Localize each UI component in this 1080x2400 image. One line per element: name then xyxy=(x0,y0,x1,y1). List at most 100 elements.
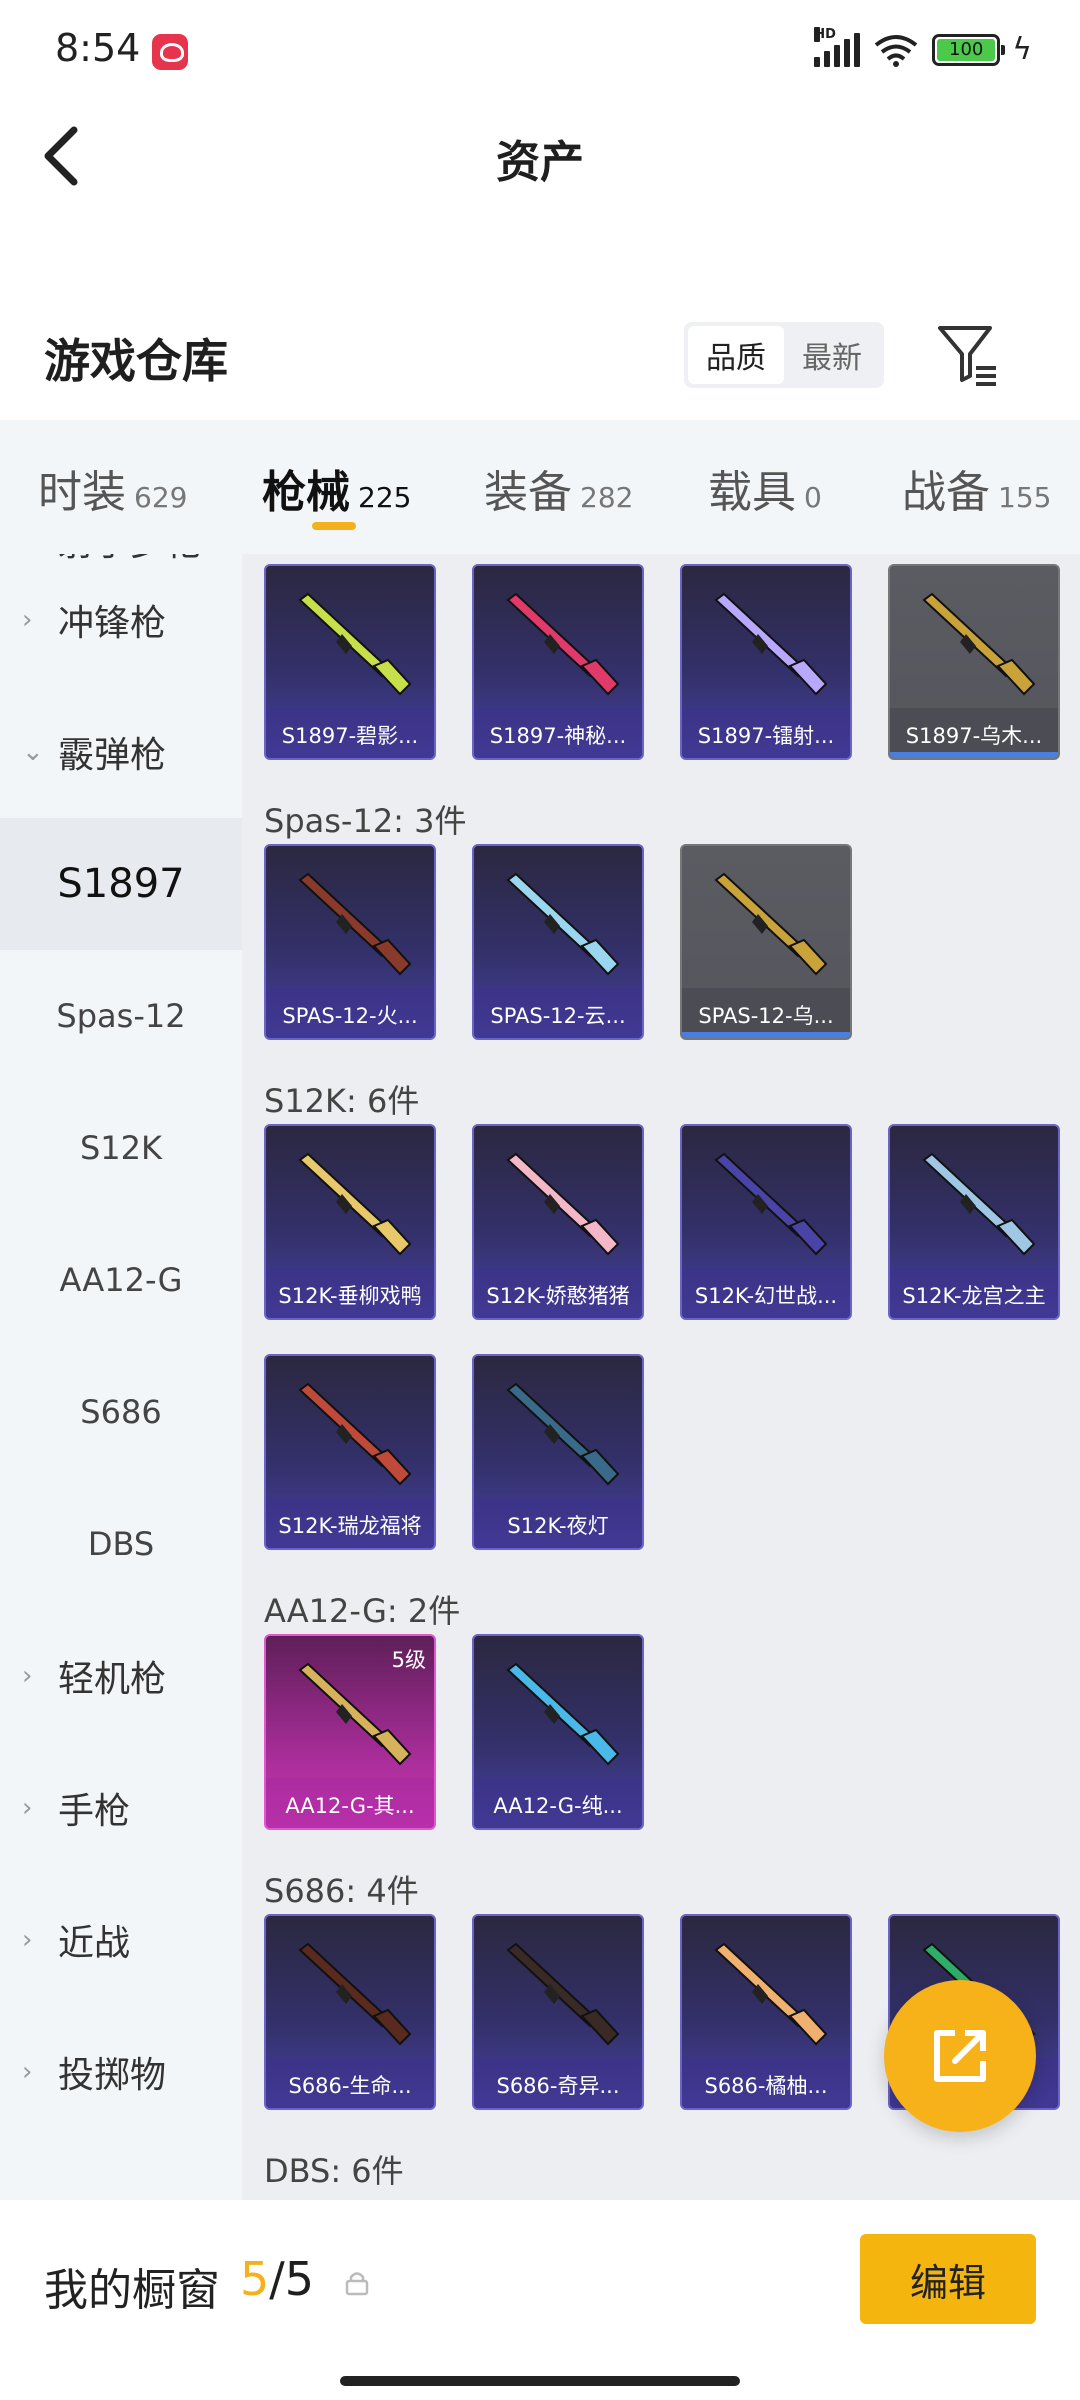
sidebar-item-throwable[interactable]: › 投掷物 xyxy=(0,2006,242,2138)
showcase-label: 我的橱窗 xyxy=(44,2265,220,2316)
section-label: AA12-G: 2件 xyxy=(264,1592,461,1630)
weapon-skin-card[interactable]: SPAS-12-乌... xyxy=(680,844,852,1040)
status-bar: 8:54 HD 100 ϟ xyxy=(0,0,1080,104)
weapon-skin-card[interactable]: AA12-G-纯... xyxy=(472,1634,644,1830)
weapon-skin-name: S12K-瑞龙福将 xyxy=(278,1514,422,1538)
wifi-icon xyxy=(874,34,918,67)
weapon-skin-card[interactable]: S12K-垂柳戏鸭 xyxy=(264,1124,436,1320)
sidebar-item-dbs[interactable]: DBS xyxy=(0,1478,242,1610)
chevron-right-icon: › xyxy=(22,2057,33,2087)
sort-newest-button[interactable]: 最新 xyxy=(784,326,880,384)
weapon-skin-name: S686-橘柚... xyxy=(704,2074,828,2098)
shotgun-icon xyxy=(506,592,620,696)
section-label: DBS: 6件 xyxy=(264,2152,404,2190)
share-icon xyxy=(934,2030,986,2082)
weapon-skin-card[interactable]: S12K-龙宫之主 xyxy=(888,1124,1060,1320)
chevron-right-icon: › xyxy=(22,1661,33,1691)
showcase-count: 5/5 xyxy=(240,2252,315,2306)
weapon-skin-name: S12K-娇憨猪猪 xyxy=(486,1284,630,1308)
weapon-skin-name: S12K-夜灯 xyxy=(507,1514,609,1538)
weapon-skin-card[interactable]: S12K-瑞龙福将 xyxy=(264,1354,436,1550)
shotgun-icon xyxy=(922,1152,1036,1256)
shotgun-icon xyxy=(714,872,828,976)
chevron-right-icon: › xyxy=(22,1925,33,1955)
weapon-skin-card[interactable]: S1897-碧影... xyxy=(264,564,436,760)
weapon-skin-name: S1897-神秘... xyxy=(489,724,627,748)
shotgun-icon xyxy=(922,592,1036,696)
weapon-skin-card[interactable]: S686-生命... xyxy=(264,1914,436,2110)
app-notification-icon xyxy=(152,34,188,70)
weapon-skin-card[interactable]: S1897-神秘... xyxy=(472,564,644,760)
sidebar-item-shotgun[interactable]: ⌄ 霰弹枪 xyxy=(0,686,242,818)
tab-equipment[interactable]: 装备 282 xyxy=(484,456,633,520)
chevron-down-icon: ⌄ xyxy=(22,737,44,767)
weapon-skin-name: S686-奇异... xyxy=(496,2074,620,2098)
weapon-skin-card[interactable]: S1897-乌木... xyxy=(888,564,1060,760)
shotgun-icon xyxy=(506,1942,620,2046)
weapon-skin-card[interactable]: S1897-镭射... xyxy=(680,564,852,760)
warehouse-title: 游戏仓库 xyxy=(44,334,228,388)
weapon-skin-name: SPAS-12-云... xyxy=(490,1004,626,1028)
weapon-skin-card[interactable]: 5级 AA12-G-其... xyxy=(264,1634,436,1830)
lock-icon xyxy=(345,2272,369,2296)
weapon-skin-name: S12K-垂柳戏鸭 xyxy=(278,1284,422,1308)
weapon-type-sidebar: ›射手步枪 ›冲锋枪 ⌄霰弹枪 S1897 Spas-12 S12K AA12-… xyxy=(0,554,242,2200)
sidebar-item-smg[interactable]: › 冲锋枪 xyxy=(0,554,242,686)
sidebar-item-s1897[interactable]: S1897 xyxy=(0,818,242,950)
weapon-skin-card[interactable]: S12K-幻世战... xyxy=(680,1124,852,1320)
category-tabs: 时装 629 枪械 225 装备 282 载具 0 战备 155 xyxy=(0,420,1080,554)
chevron-right-icon: › xyxy=(22,1793,33,1823)
weapon-skin-name: AA12-G-其... xyxy=(285,1794,415,1818)
status-icons: HD 100 ϟ xyxy=(814,26,1032,67)
weapon-skin-name: S1897-碧影... xyxy=(281,724,419,748)
level-badge: 5级 xyxy=(391,1648,426,1672)
page-title: 资产 xyxy=(496,137,584,188)
home-indicator xyxy=(340,2376,740,2386)
bottom-bar: 我的橱窗 5/5 编辑 xyxy=(0,2200,1080,2400)
weapon-skin-card[interactable]: S686-橘柚... xyxy=(680,1914,852,2110)
sidebar-item-melee[interactable]: › 近战 xyxy=(0,1874,242,2006)
sidebar-item-s12k[interactable]: S12K xyxy=(0,1082,242,1214)
shotgun-icon xyxy=(506,1662,620,1766)
shotgun-icon xyxy=(298,1942,412,2046)
weapon-skin-name: SPAS-12-乌... xyxy=(698,1004,834,1028)
active-tab-indicator xyxy=(312,522,356,530)
shotgun-icon xyxy=(506,872,620,976)
weapon-skin-name: S1897-镭射... xyxy=(697,724,835,748)
weapon-skin-name: S1897-乌木... xyxy=(905,724,1043,748)
shotgun-icon xyxy=(298,1382,412,1486)
section-label: Spas-12: 3件 xyxy=(264,802,467,840)
sidebar-item-lmg[interactable]: › 轻机枪 xyxy=(0,1610,242,1742)
edit-button[interactable]: 编辑 xyxy=(860,2234,1036,2324)
charging-icon: ϟ xyxy=(1012,32,1032,67)
sidebar-item-aa12g[interactable]: AA12-G xyxy=(0,1214,242,1346)
status-time: 8:54 xyxy=(55,26,141,70)
sort-quality-button[interactable]: 品质 xyxy=(688,326,784,384)
chevron-right-icon: › xyxy=(22,605,33,635)
sidebar-item-spas12[interactable]: Spas-12 xyxy=(0,950,242,1082)
shotgun-icon xyxy=(714,1942,828,2046)
weapon-skin-name: S12K-幻世战... xyxy=(694,1284,838,1308)
weapon-skin-card[interactable]: SPAS-12-云... xyxy=(472,844,644,1040)
tab-vehicles[interactable]: 载具 0 xyxy=(708,456,822,520)
tab-fashion[interactable]: 时装 629 xyxy=(38,456,187,520)
tab-firearms[interactable]: 枪械 225 xyxy=(262,456,411,520)
weapon-skin-card[interactable]: S686-奇异... xyxy=(472,1914,644,2110)
weapon-skin-name: S12K-龙宫之主 xyxy=(902,1284,1046,1308)
sidebar-item-pistol[interactable]: › 手枪 xyxy=(0,1742,242,1874)
signal-icon: HD xyxy=(814,26,861,67)
shotgun-icon xyxy=(714,592,828,696)
weapon-skin-name: AA12-G-纯... xyxy=(493,1794,623,1818)
shotgun-icon xyxy=(298,592,412,696)
section-label: S12K: 6件 xyxy=(264,1082,420,1120)
shotgun-icon xyxy=(298,1152,412,1256)
filter-icon[interactable] xyxy=(932,318,1002,388)
shotgun-icon xyxy=(714,1152,828,1256)
weapon-skin-card[interactable]: SPAS-12-火... xyxy=(264,844,436,1040)
weapon-skin-card[interactable]: S12K-夜灯 xyxy=(472,1354,644,1550)
tab-supplies[interactable]: 战备 155 xyxy=(902,456,1051,520)
sidebar-item-s686[interactable]: S686 xyxy=(0,1346,242,1478)
shotgun-icon xyxy=(506,1152,620,1256)
weapon-skin-card[interactable]: S12K-娇憨猪猪 xyxy=(472,1124,644,1320)
share-button[interactable] xyxy=(884,1980,1036,2132)
